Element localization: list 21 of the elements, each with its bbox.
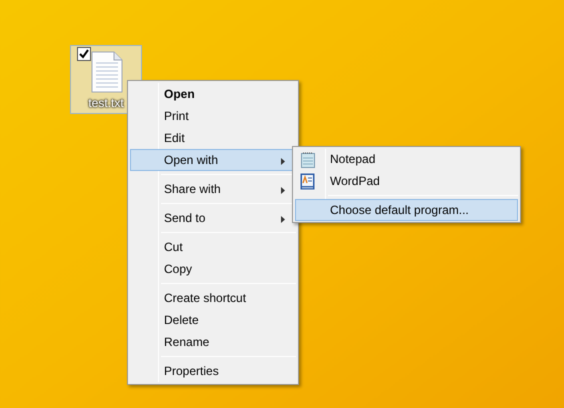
submenu-arrow-icon: [281, 158, 285, 165]
menu-item[interactable]: Notepad: [295, 148, 518, 170]
menu-item[interactable]: Delete: [130, 309, 296, 331]
menu-item[interactable]: Rename: [130, 331, 296, 353]
notepad-icon: [301, 152, 315, 168]
submenu-arrow-icon: [281, 216, 285, 223]
checkmark-icon: [79, 49, 89, 59]
menu-item[interactable]: Copy: [130, 258, 296, 280]
menu-item[interactable]: Choose default program...: [295, 199, 518, 221]
menu-item[interactable]: Send to: [130, 207, 296, 229]
menu-item[interactable]: Create shortcut: [130, 287, 296, 309]
submenu-arrow-icon: [281, 187, 285, 194]
menu-item[interactable]: Cut: [130, 236, 296, 258]
menu-item[interactable]: Edit: [130, 127, 296, 149]
selection-checkbox[interactable]: [77, 47, 91, 61]
menu-item[interactable]: Share with: [130, 178, 296, 200]
menu-item[interactable]: WordPad: [295, 170, 518, 192]
menu-item[interactable]: Properties: [130, 360, 296, 382]
text-file-icon: [91, 51, 123, 93]
wordpad-icon: [300, 173, 315, 190]
file-name-label: test.txt: [88, 96, 124, 110]
